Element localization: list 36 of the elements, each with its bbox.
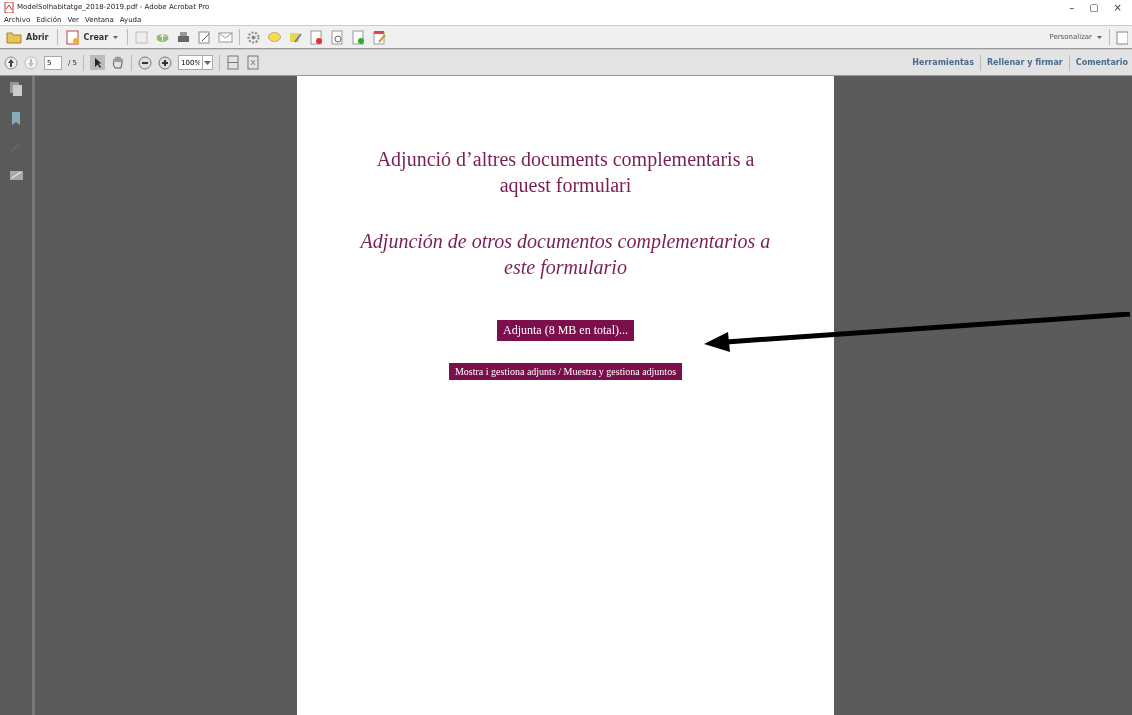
comment-icon[interactable] (267, 29, 283, 45)
manage-attachments-button[interactable]: Mostra i gestiona adjunts / Muestra y gestiona adjuntos (448, 363, 683, 380)
mail-icon[interactable] (218, 29, 234, 45)
document-heading: Adjunció d’altres documents complementaris a aquest formulari (375, 147, 756, 198)
fit-page-icon[interactable] (246, 55, 261, 70)
print-icon[interactable] (176, 29, 192, 45)
signature-icon[interactable] (9, 169, 23, 181)
share-icon[interactable] (1116, 29, 1128, 45)
restore-button[interactable]: ▢ (1083, 1, 1105, 13)
gear-icon[interactable] (246, 29, 262, 45)
create-button[interactable]: Crear (63, 29, 122, 45)
open-button[interactable]: Abrir (4, 30, 51, 44)
fit-width-icon[interactable] (226, 55, 241, 70)
document-stop-icon[interactable] (309, 29, 325, 45)
minimize-button[interactable]: – (1063, 1, 1081, 13)
magnified-document-icon[interactable] (330, 29, 346, 45)
pane-tab[interactable]: Herramientas (912, 58, 974, 67)
form-document-icon[interactable] (372, 29, 388, 45)
zoom-in-icon[interactable] (158, 55, 173, 70)
caret-icon (112, 34, 120, 40)
zoom-out-icon[interactable] (138, 55, 153, 70)
pane-tab[interactable]: Rellenar y firmar (986, 58, 1063, 67)
pane-tab[interactable]: Comentario (1075, 58, 1128, 67)
document-subheading: Adjunción de otros documentos complementarios a este formulario (358, 229, 772, 280)
bookmark-icon[interactable] (11, 112, 21, 125)
document-go-icon[interactable] (351, 29, 367, 45)
pages-icon[interactable] (10, 82, 22, 96)
folder-icon (6, 30, 22, 44)
document-icon (65, 29, 80, 45)
hand-icon[interactable] (111, 55, 126, 70)
close-button[interactable]: × (1107, 1, 1128, 13)
caret-icon (1096, 34, 1103, 40)
edit-icon[interactable] (197, 29, 213, 45)
dropdown-caret-icon (203, 59, 213, 66)
page-up-icon[interactable] (4, 55, 18, 70)
attach-button[interactable]: Adjunta (8 MB en total)... (497, 320, 634, 341)
